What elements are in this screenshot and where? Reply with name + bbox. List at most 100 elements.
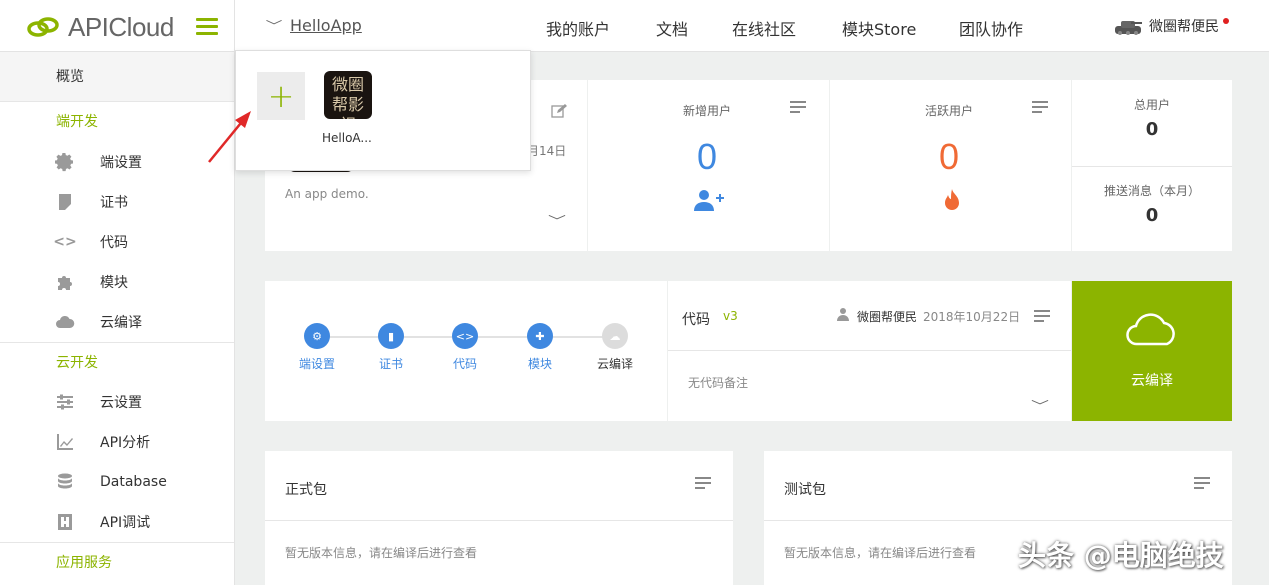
cloud-icon <box>1126 313 1175 346</box>
sidebar-item-overview[interactable]: 概览 <box>0 52 234 102</box>
app-icon-art: 微圈帮影视 <box>331 75 364 119</box>
app-name: HelloApp <box>290 16 362 35</box>
step-label: 端设置 <box>298 357 335 371</box>
step-code[interactable]: <> 代码 <box>435 323 495 372</box>
chevron-down-icon: ﹀ <box>265 19 283 33</box>
total-users-value: 0 <box>1145 119 1159 140</box>
menu-icon[interactable] <box>1194 477 1210 489</box>
step-client-settings[interactable]: ⚙ 端设置 <box>287 323 347 372</box>
code-author: 微圈帮便民 <box>857 310 918 324</box>
sidebar-item-database[interactable]: Database <box>0 462 234 502</box>
release-title: 正式包 <box>285 482 327 498</box>
sidebar-group-client: 端开发 <box>56 114 98 130</box>
sidebar-item-label: 代码 <box>100 235 128 251</box>
user-name: 微圈帮便民 <box>1149 19 1219 35</box>
step-label: 云编译 <box>596 357 633 371</box>
sidebar-item-client-settings[interactable]: 端设置 <box>0 142 234 182</box>
new-users-value: 0 <box>697 136 718 177</box>
chart-icon <box>54 432 76 452</box>
workflow-steps-card: ⚙ 端设置 ▮ 证书 <> 代码 ✚ 模块 ☁ 云编译 <box>265 281 667 421</box>
totals-card: 总用户 0 推送消息（本月） 0 <box>1072 80 1232 251</box>
nav-my-account[interactable]: 我的账户 <box>546 16 610 40</box>
sidebar-item-cloud-settings[interactable]: 云设置 <box>0 382 234 422</box>
gear-icon: ⚙ <box>304 323 330 349</box>
active-users-label: 活跃用户 <box>925 104 974 118</box>
certificate-icon: ▮ <box>378 323 404 349</box>
sidebar-item-label: 云设置 <box>100 395 142 411</box>
step-certificate[interactable]: ▮ 证书 <box>361 323 421 372</box>
test-empty-text: 暂无版本信息，请在编译后进行查看 <box>784 546 977 560</box>
new-users-card: 新增用户 0 <box>588 80 829 251</box>
step-modules[interactable]: ✚ 模块 <box>510 323 570 372</box>
code-note: 无代码备注 <box>688 376 749 390</box>
step-label: 代码 <box>452 357 477 371</box>
sidebar-item-label: 模块 <box>100 275 128 291</box>
logo-icon <box>27 17 59 37</box>
menu-icon[interactable] <box>790 101 806 113</box>
menu-icon[interactable] <box>1034 310 1050 322</box>
app-description: An app demo. <box>285 187 369 201</box>
chevron-down-icon[interactable]: ﹀ <box>1031 397 1049 414</box>
code-date: 2018年10月22日 <box>923 310 1021 324</box>
add-app-button[interactable]: + <box>257 72 305 120</box>
code-icon: <> <box>452 323 478 349</box>
sidebar-group-service: 应用服务 <box>0 542 234 582</box>
edit-icon[interactable] <box>551 103 567 119</box>
sidebar-item-label: 证书 <box>100 195 128 211</box>
add-user-icon <box>694 190 724 211</box>
cloud-compile-button[interactable]: 云编译 <box>1072 281 1232 421</box>
puzzle-icon <box>54 272 76 292</box>
apicloud-logo[interactable]: APICloud <box>26 12 174 42</box>
app-thumbnail[interactable]: 微圈帮影视 <box>324 71 372 119</box>
sidebar-item-code[interactable]: <> 代码 <box>0 222 234 262</box>
sidebar-item-api-debug[interactable]: API调试 <box>0 502 234 542</box>
sidebar-item-label: 云编译 <box>100 315 142 331</box>
sidebar-item-modules[interactable]: 模块 <box>0 262 234 302</box>
nav-module-store[interactable]: 模块Store <box>842 16 916 40</box>
debug-icon <box>54 512 76 532</box>
puzzle-icon: ✚ <box>527 323 553 349</box>
notification-dot <box>1223 18 1229 24</box>
logo-text: APICloud <box>68 11 174 42</box>
user-menu[interactable]: 微圈帮便民 <box>1113 16 1229 36</box>
total-users-label: 总用户 <box>1133 98 1170 112</box>
sidebar: 概览 端开发 端设置 证书 <> 代码 模块 云编译 云开发 云设置 API分析… <box>0 52 235 585</box>
divider <box>234 0 235 52</box>
cloud-icon: ☁ <box>602 323 628 349</box>
sliders-icon <box>54 392 76 412</box>
sidebar-group-cloud: 云开发 <box>0 342 234 382</box>
database-icon <box>54 472 76 492</box>
menu-toggle-icon[interactable] <box>196 18 218 36</box>
sidebar-item-cloud-compile[interactable]: 云编译 <box>0 302 234 342</box>
menu-icon[interactable] <box>695 477 711 489</box>
avatar <box>1115 21 1142 35</box>
app-selector[interactable]: ﹀ HelloApp <box>265 16 362 35</box>
test-title: 测试包 <box>784 482 826 498</box>
code-card: 代码 v3 微圈帮便民 2018年10月22日 无代码备注 ﹀ <box>668 281 1071 421</box>
step-cloud-compile[interactable]: ☁ 云编译 <box>585 323 645 372</box>
code-icon: <> <box>53 234 77 250</box>
divider <box>1072 166 1232 167</box>
nav-docs[interactable]: 文档 <box>656 16 688 40</box>
chevron-down-icon[interactable]: ﹀ <box>548 212 566 229</box>
step-label: 证书 <box>378 357 403 371</box>
code-version: v3 <box>723 309 738 323</box>
release-empty-text: 暂无版本信息，请在编译后进行查看 <box>285 546 478 560</box>
nav-team[interactable]: 团队协作 <box>959 16 1023 40</box>
app-thumbnail-label: HelloA... <box>322 131 372 145</box>
menu-icon[interactable] <box>1032 101 1048 113</box>
nav-community[interactable]: 在线社区 <box>732 16 796 40</box>
user-icon <box>837 308 849 321</box>
push-value: 0 <box>1145 205 1159 226</box>
fire-icon <box>945 189 959 210</box>
sidebar-item-label: Database <box>100 474 167 490</box>
sidebar-item-api-analytics[interactable]: API分析 <box>0 422 234 462</box>
sidebar-item-label: API调试 <box>100 515 151 531</box>
sidebar-item-label: 端设置 <box>100 155 142 171</box>
new-users-label: 新增用户 <box>683 104 732 118</box>
cloud-icon <box>54 312 76 332</box>
sidebar-item-certificate[interactable]: 证书 <box>0 182 234 222</box>
code-title: 代码 <box>682 312 710 328</box>
app-created-date: 月14日 <box>527 144 567 158</box>
divider <box>265 520 733 521</box>
